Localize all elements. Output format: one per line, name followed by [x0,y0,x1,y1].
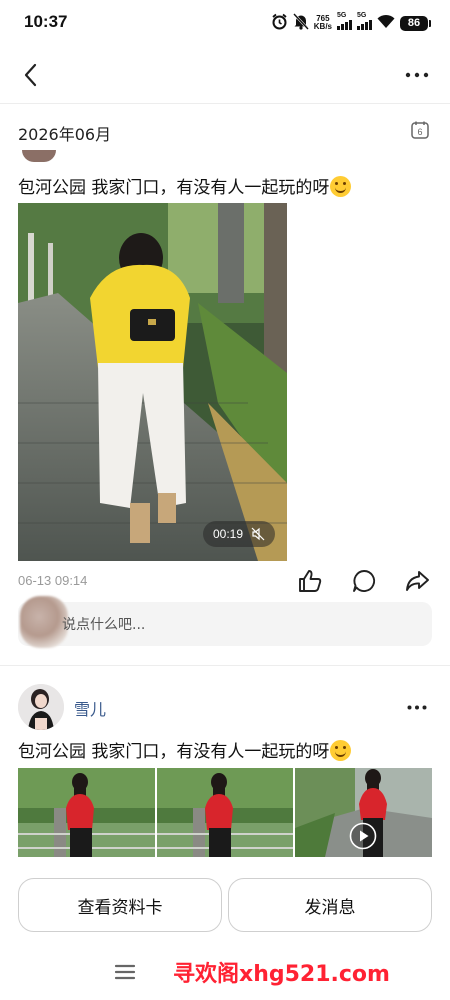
share-button[interactable] [402,566,432,596]
photo-image [156,768,294,857]
calendar-day: 6 [417,127,422,137]
net-speed: 765 KB/s [314,15,332,31]
net-speed-unit: KB/s [313,22,332,31]
post2-photo-3[interactable] [295,768,433,857]
mute-icon[interactable] [251,527,265,541]
sim1-label: 5G [337,12,347,19]
comment-placeholder: 说点什么吧... [62,617,146,633]
signal-icon: 5G [357,12,372,30]
send-message-button[interactable]: 发消息 [228,878,432,932]
post1-time: 06-13 09:14 [18,573,88,588]
smile-emoji-icon [330,176,352,197]
play-icon[interactable] [349,822,377,850]
post1-avatar[interactable] [22,150,56,162]
more-dots-icon [405,72,429,78]
more-dots-icon [407,705,427,709]
post1-text: 包河公园 我家门口，有没有人一起玩的呀 [18,173,352,198]
status-bar: 10:37 765 KB/s 5G 5G 86 [0,0,450,46]
photo-image [18,768,155,857]
nav-bar [0,46,450,104]
more-button[interactable] [402,60,432,90]
post1-video[interactable]: 00:19 [18,203,287,561]
comment-button[interactable] [349,566,379,596]
status-icons: 765 KB/s 5G 5G 86 [271,12,431,34]
post2-photo-2[interactable] [156,768,294,857]
like-icon [299,570,322,592]
mute-bell-icon [292,12,309,34]
battery-icon: 86 [400,15,431,31]
view-profile-button[interactable]: 查看资料卡 [18,878,222,932]
date-header: 2026年06月 6 [0,104,450,156]
post2-text: 包河公园 我家门口，有没有人一起玩的呀 [18,737,352,762]
status-time: 10:37 [24,12,68,31]
comment-input[interactable]: 说点什么吧... [18,596,432,648]
smile-emoji-icon [330,740,352,761]
post2-avatar[interactable] [18,684,64,730]
calendar-button[interactable]: 6 [410,120,430,140]
post2-photo-grid [18,768,433,857]
share-icon [406,571,429,591]
post1-text-content: 包河公园 我家门口，有没有人一起玩的呀 [18,178,330,198]
video-duration: 00:19 [212,527,243,541]
calendar-icon: 6 [411,121,429,139]
wifi-icon [377,14,395,33]
menu-button[interactable] [113,962,137,982]
my-avatar [20,596,68,648]
like-button[interactable] [295,566,325,596]
video-duration-badge: 00:19 [202,521,275,547]
post2-username[interactable]: 雪儿 [74,696,106,720]
comment-icon [353,570,376,592]
post-divider [0,665,450,666]
post2-photo-1[interactable] [18,768,155,857]
sim2-label: 5G [357,12,367,19]
alarm-icon [271,13,288,34]
avatar-image [18,684,64,730]
post2-text-content: 包河公园 我家门口，有没有人一起玩的呀 [18,742,330,762]
battery-level: 86 [407,17,421,29]
menu-icon [114,964,136,980]
signal-icon: 5G [337,12,352,30]
post2-more-button[interactable] [402,692,432,722]
watermark-text: 寻欢阁xhg521.com [173,962,390,987]
back-button[interactable] [16,60,46,90]
chevron-left-icon [24,63,37,87]
video-frame-image [18,203,287,561]
date-label: 2026年06月 [18,125,112,144]
